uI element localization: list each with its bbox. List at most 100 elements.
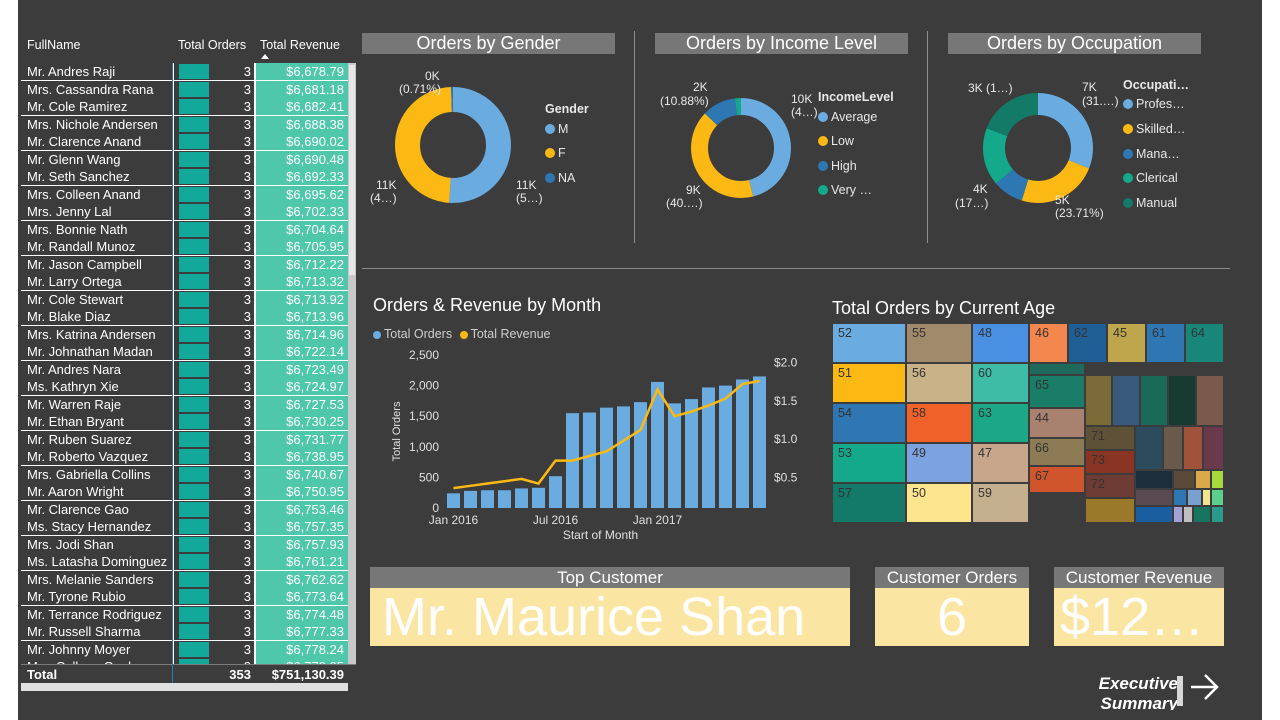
bar-total-orders[interactable]	[685, 399, 698, 508]
treemap-cell[interactable]	[1211, 470, 1224, 489]
treemap-cell[interactable]: 53	[832, 443, 906, 483]
treemap-cell[interactable]: 44	[1029, 408, 1085, 438]
bar-total-orders[interactable]	[515, 488, 528, 508]
treemap-cell[interactable]	[1193, 506, 1211, 523]
table-row[interactable]: Mr. Larry Ortega 3 $6,713.32	[21, 273, 356, 291]
table-row[interactable]: Mr. Ethan Bryant 3 $6,730.25	[21, 413, 356, 431]
legend-item-na[interactable]: NA	[545, 171, 575, 185]
table-row[interactable]: Mrs. Nichole Andersen 3 $6,688.38	[21, 115, 356, 134]
treemap-cell[interactable]	[1211, 489, 1224, 506]
legend-item-clerical[interactable]: Clerical	[1123, 171, 1178, 185]
table-row[interactable]: Mrs. Jenny Lal 3 $6,702.33	[21, 203, 356, 221]
table-row[interactable]: Mrs. Gabriella Collins 3 $6,740.67	[21, 465, 356, 484]
table-row[interactable]: Mr. Clarence Anand 3 $6,690.02	[21, 133, 356, 151]
treemap-cell[interactable]: 73	[1085, 450, 1135, 474]
treemap-cell[interactable]	[1085, 498, 1135, 523]
treemap-cell[interactable]: 47	[972, 443, 1029, 483]
table-row[interactable]: Mrs. Bonnie Nath 3 $6,704.64	[21, 220, 356, 239]
bar-total-orders[interactable]	[753, 376, 766, 508]
treemap-cell[interactable]	[1168, 375, 1196, 426]
table-row[interactable]: Mr. Clarence Gao 3 $6,753.46	[21, 500, 356, 519]
table-row[interactable]: Mrs. Jodi Shan 3 $6,757.93	[21, 535, 356, 554]
table-row[interactable]: Mr. Roberto Vazquez 3 $6,738.95	[21, 448, 356, 466]
treemap-cell[interactable]: 67	[1029, 466, 1085, 493]
table-row[interactable]: Mr. Warren Raje 3 $6,727.53	[21, 395, 356, 414]
bar-total-orders[interactable]	[532, 487, 545, 508]
treemap-cell[interactable]	[1112, 375, 1140, 426]
table-row[interactable]: Mr. Tyrone Rubio 3 $6,773.64	[21, 588, 356, 606]
table-row[interactable]: Mr. Glenn Wang 3 $6,690.48	[21, 150, 356, 169]
treemap-cell[interactable]	[1135, 470, 1173, 489]
treemap-cell[interactable]	[1203, 426, 1224, 470]
header-fullname[interactable]: FullName	[27, 38, 81, 52]
treemap-cell[interactable]: 52	[832, 323, 906, 363]
gender-donut[interactable]	[388, 80, 518, 210]
header-total-orders[interactable]: Total Orders	[178, 38, 246, 52]
treemap-cell[interactable]: 65	[1029, 375, 1085, 408]
bar-total-orders[interactable]	[583, 412, 596, 508]
treemap-cell[interactable]	[1211, 506, 1224, 523]
legend-item-management[interactable]: Mana…	[1123, 147, 1180, 161]
legend-item-skilled[interactable]: Skilled…	[1123, 122, 1185, 136]
treemap-cell[interactable]: 56	[906, 363, 972, 403]
table-horizontal-scrollbar[interactable]	[21, 683, 348, 691]
treemap-cell[interactable]: 55	[906, 323, 972, 363]
table-row[interactable]: Mrs. Cassandra Rana 3 $6,681.18	[21, 80, 356, 99]
treemap-cell[interactable]: 58	[906, 403, 972, 443]
table-row[interactable]: Mrs. Melanie Sanders 3 $6,762.62	[21, 570, 356, 589]
sort-ascending-icon[interactable]	[261, 54, 269, 59]
treemap-cell[interactable]	[1140, 375, 1168, 426]
table-row[interactable]: Mr. Ruben Suarez 3 $6,731.77	[21, 430, 356, 449]
treemap-cell[interactable]	[1173, 506, 1183, 523]
treemap-cell[interactable]	[1187, 489, 1202, 506]
treemap-cell[interactable]: 50	[906, 483, 972, 523]
treemap-cell[interactable]: 71	[1085, 426, 1135, 450]
treemap-cell[interactable]: 63	[972, 403, 1029, 443]
bar-total-orders[interactable]	[600, 407, 613, 508]
table-row[interactable]: Ms. Stacy Hernandez 3 $6,757.35	[21, 518, 356, 536]
legend-item-average[interactable]: Average	[818, 110, 877, 124]
treemap-cell[interactable]: 64	[1185, 323, 1224, 363]
orders-revenue-chart[interactable]: 2,5002,0001,5001,0005000$2.0M$1.5M$1.0M$…	[368, 340, 798, 545]
treemap-cell[interactable]	[1202, 489, 1211, 506]
table-row[interactable]: Mrs. Colleen Anand 3 $6,695.62	[21, 185, 356, 204]
executive-summary-button[interactable]: Executive Summary	[1090, 673, 1220, 713]
age-treemap[interactable]: 52 55 48 46 62 45 61 64 51 56 60 65 54 58 63 44 53 49 47 66…	[832, 323, 1224, 523]
legend-item-total-revenue[interactable]: Total Revenue	[459, 327, 551, 341]
customer-table[interactable]: FullName Total Orders Total Revenue Mr. …	[21, 36, 356, 696]
legend-item-professional[interactable]: Profes…	[1123, 97, 1185, 111]
treemap-cell[interactable]	[1029, 363, 1085, 375]
table-row[interactable]: Mr. Seth Sanchez 3 $6,692.33	[21, 168, 356, 186]
table-row[interactable]: Mr. Terrance Rodriguez 3 $6,774.48	[21, 605, 356, 624]
treemap-cell[interactable]: 62	[1068, 323, 1107, 363]
treemap-cell[interactable]	[1135, 489, 1173, 506]
bar-total-orders[interactable]	[464, 490, 477, 508]
income-donut[interactable]	[686, 93, 796, 203]
bar-total-orders[interactable]	[498, 490, 511, 508]
table-row[interactable]: Mrs. Katrina Andersen 3 $6,714.96	[21, 325, 356, 344]
treemap-cell[interactable]	[1173, 470, 1195, 489]
legend-item-manual[interactable]: Manual	[1123, 196, 1177, 210]
treemap-cell[interactable]: 46	[1029, 323, 1068, 363]
table-row[interactable]: Mr. Andres Raji 3 $6,678.79	[21, 63, 356, 81]
table-row[interactable]: Ms. Latasha Dominguez 3 $6,761.21	[21, 553, 356, 571]
treemap-cell[interactable]	[1183, 426, 1203, 470]
treemap-cell[interactable]	[1195, 470, 1211, 489]
table-vertical-scrollbar[interactable]	[348, 63, 356, 664]
treemap-cell[interactable]	[1196, 375, 1224, 426]
treemap-cell[interactable]	[1085, 375, 1112, 426]
bar-total-orders[interactable]	[549, 476, 562, 508]
treemap-cell[interactable]: 54	[832, 403, 906, 443]
table-row[interactable]: Mr. Johnny Moyer 3 $6,778.24	[21, 640, 356, 659]
treemap-cell[interactable]: 51	[832, 363, 906, 403]
treemap-cell[interactable]: 49	[906, 443, 972, 483]
scroll-thumb[interactable]	[349, 65, 355, 275]
bar-total-orders[interactable]	[736, 379, 749, 508]
table-row[interactable]: Mr. Aaron Wright 3 $6,750.95	[21, 483, 356, 501]
treemap-cell[interactable]: 61	[1146, 323, 1185, 363]
treemap-cell[interactable]: 57	[832, 483, 906, 523]
bar-total-orders[interactable]	[719, 385, 732, 508]
legend-item-high[interactable]: High	[818, 159, 857, 173]
treemap-cell[interactable]: 72	[1085, 474, 1135, 498]
treemap-cell[interactable]	[1163, 426, 1183, 470]
